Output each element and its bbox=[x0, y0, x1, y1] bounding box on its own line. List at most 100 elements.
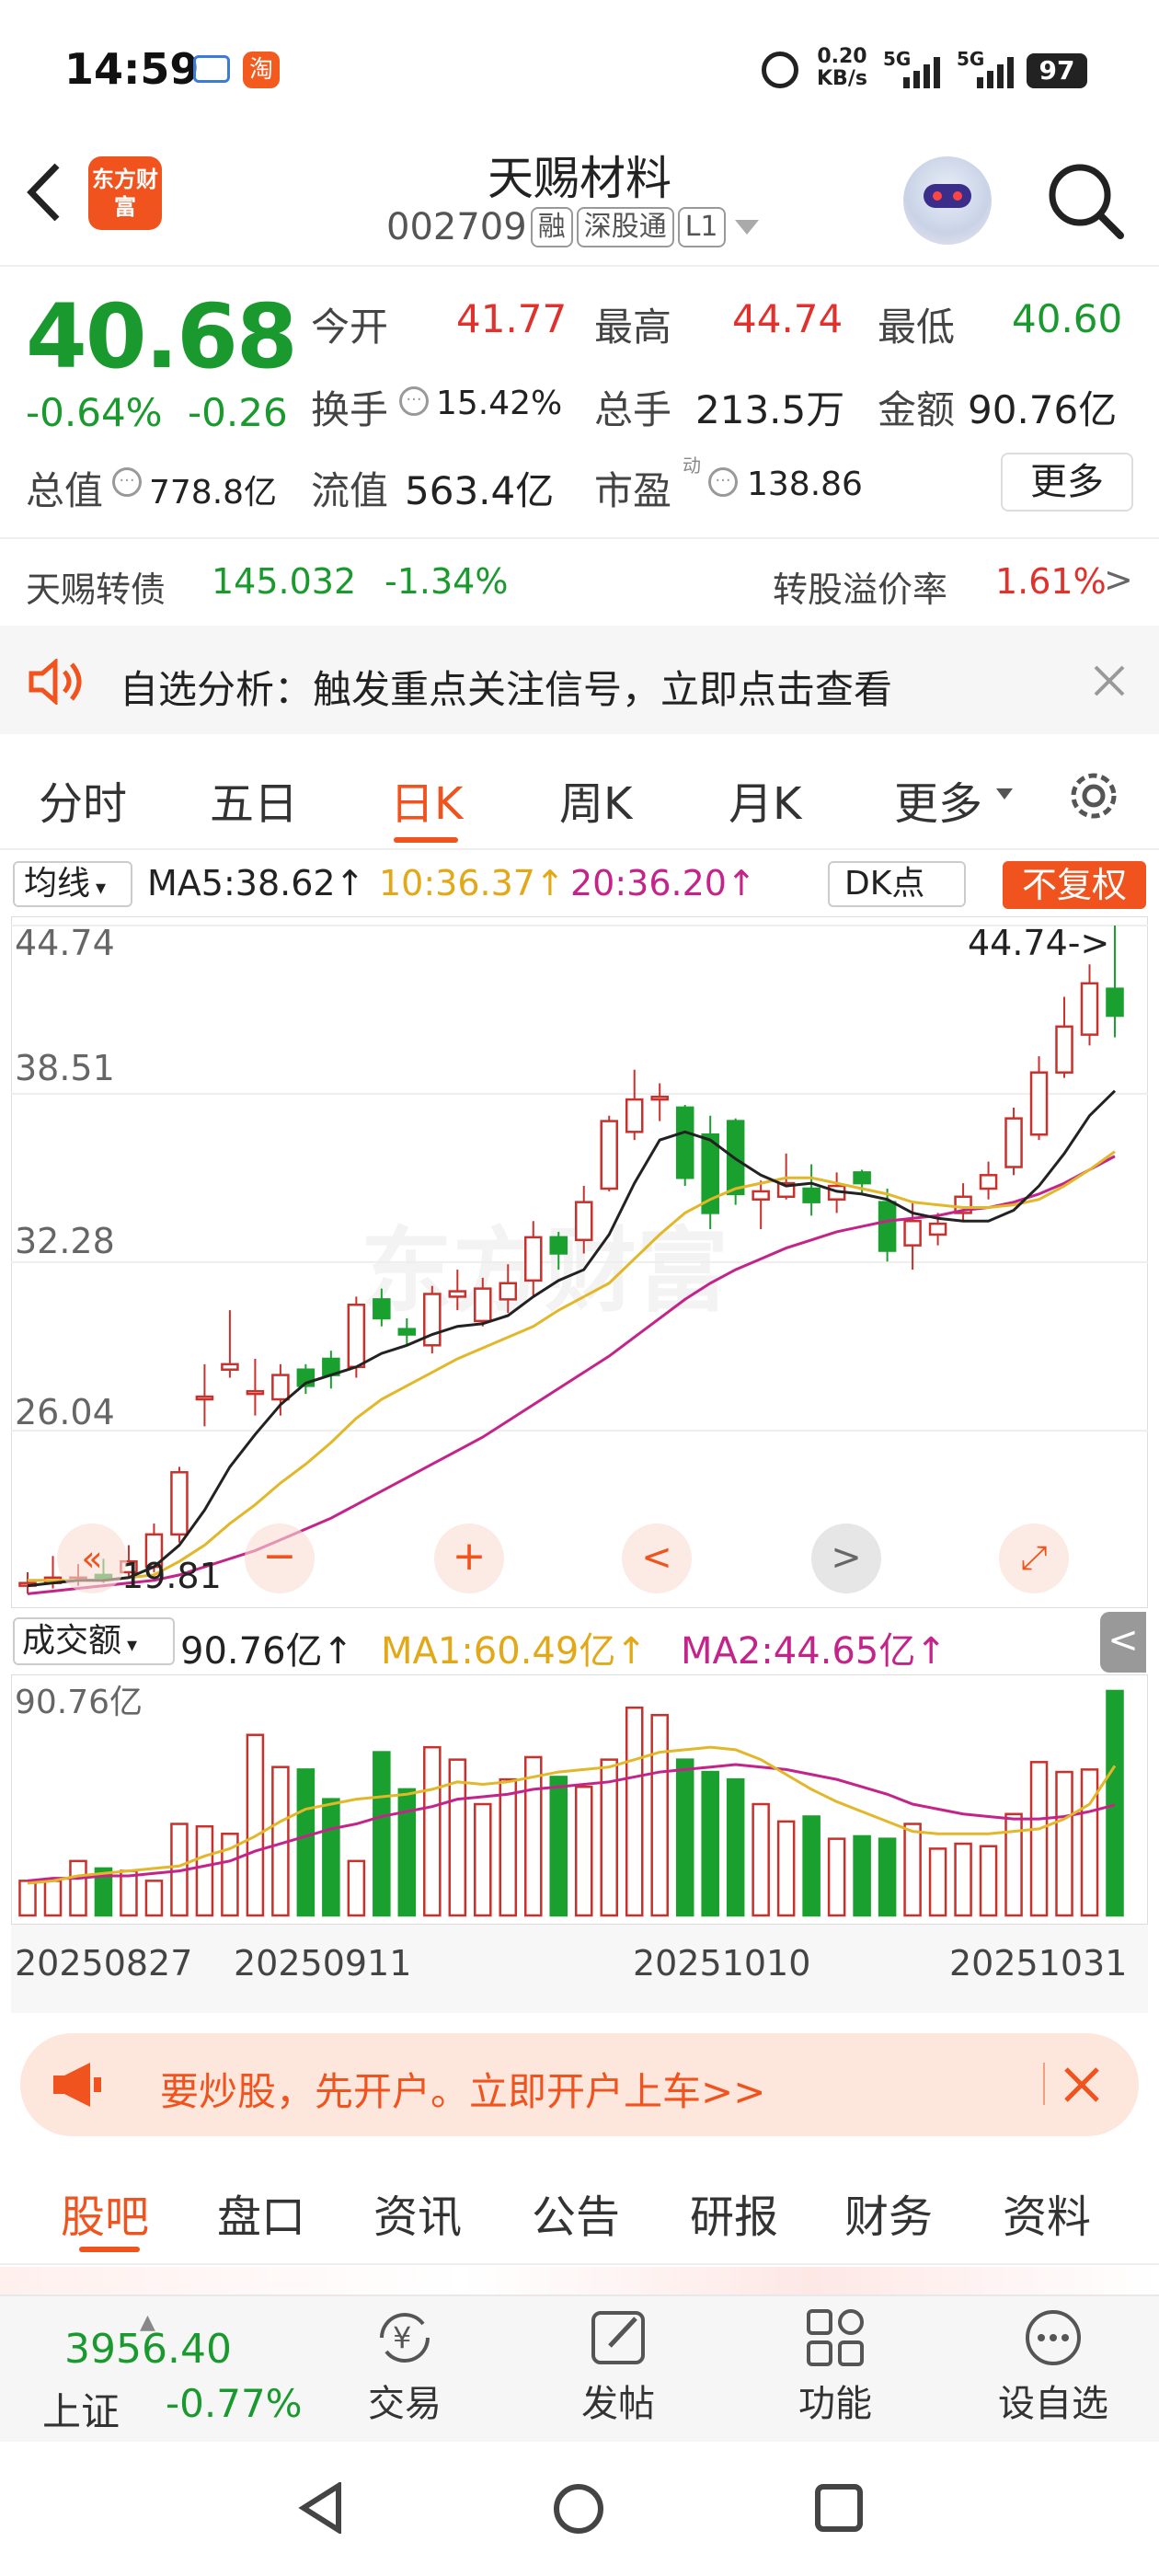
candle-body bbox=[271, 1374, 290, 1401]
candle-body bbox=[347, 1303, 366, 1369]
nav-recents-icon[interactable] bbox=[813, 2482, 865, 2534]
zoom-in-button[interactable]: + bbox=[434, 1524, 504, 1593]
more-button[interactable]: 更多 bbox=[1001, 453, 1133, 512]
sub-tab-active-indicator bbox=[79, 2247, 140, 2252]
svg-text:¥: ¥ bbox=[393, 2320, 411, 2355]
tag-margin: 融 bbox=[530, 207, 573, 247]
scroll-left-button[interactable]: < bbox=[622, 1524, 692, 1593]
min-note: 19.81 bbox=[121, 1556, 222, 1596]
amount-bar bbox=[878, 1837, 897, 1917]
info-icon-pe[interactable]: ··· bbox=[708, 467, 738, 497]
volume-chart[interactable]: 90.76亿 bbox=[10, 1673, 1149, 1926]
net-speed-value: 0.20 bbox=[817, 45, 867, 68]
amount-bar bbox=[1080, 1768, 1099, 1917]
collapse-panel-button[interactable]: < bbox=[1100, 1612, 1146, 1673]
amount-bar bbox=[574, 1785, 593, 1917]
search-icon[interactable] bbox=[1045, 160, 1128, 243]
amount-bar bbox=[347, 1859, 366, 1917]
float-label: 流值 bbox=[311, 468, 389, 513]
notice-bar[interactable]: 自选分析：触发重点关注信号，立即点击查看 bbox=[0, 626, 1159, 734]
bottom-bar: ▲ 3956.40 上证 -0.77% ¥ 交易 发帖 功能 设自选 bbox=[0, 2294, 1159, 2442]
tab-daily-k[interactable]: 日K bbox=[390, 767, 463, 832]
net-speed-unit: KB/s bbox=[817, 67, 867, 90]
adjust-button[interactable]: 不复权 bbox=[1003, 861, 1146, 909]
candle-body bbox=[246, 1389, 265, 1396]
grid-icon bbox=[807, 2309, 864, 2366]
info-icon[interactable]: ··· bbox=[399, 386, 429, 416]
candle-body bbox=[928, 1222, 947, 1236]
dk-button[interactable]: DK点 bbox=[828, 861, 966, 907]
post-button[interactable]: 发帖 bbox=[563, 2306, 673, 2434]
sub-tab-forum[interactable]: 股吧 bbox=[61, 2180, 149, 2245]
nav-home-icon[interactable] bbox=[552, 2482, 605, 2536]
tab-intraday[interactable]: 分时 bbox=[39, 767, 127, 832]
indicator-select[interactable]: 均线 ▾ bbox=[13, 861, 132, 907]
candle-body bbox=[448, 1290, 467, 1298]
amount-bar bbox=[120, 1869, 138, 1917]
tab-active-indicator bbox=[394, 837, 458, 843]
scroll-left-fast-button[interactable]: « bbox=[57, 1524, 127, 1593]
robot-avatar[interactable] bbox=[903, 156, 992, 245]
fullscreen-button[interactable]: ⤢ bbox=[999, 1524, 1069, 1593]
dropdown-icon[interactable] bbox=[733, 218, 761, 236]
volume-ma1-value: MA1:60.49亿 bbox=[381, 1630, 616, 1673]
mail-icon bbox=[193, 55, 230, 83]
tab-weekly-k[interactable]: 周K bbox=[559, 767, 632, 832]
date-label-1: 20250827 bbox=[15, 1943, 193, 1984]
volume-amount: 90.76亿↑ bbox=[180, 1630, 354, 1673]
bond-name: 天赐转债 bbox=[26, 569, 166, 610]
zoom-out-button[interactable]: − bbox=[245, 1524, 315, 1593]
index-widget[interactable]: ▲ 3956.40 上证 -0.77% bbox=[37, 2311, 313, 2436]
sub-tab-orderbook[interactable]: 盘口 bbox=[217, 2180, 305, 2245]
date-label-3: 20251010 bbox=[633, 1943, 811, 1984]
amount-bar bbox=[625, 1706, 644, 1917]
edit-icon bbox=[591, 2311, 645, 2364]
ad-close-icon[interactable] bbox=[1063, 2066, 1100, 2103]
bond-row[interactable]: 天赐转债 145.032 -1.34% 转股溢价率 1.61% > bbox=[0, 537, 1159, 626]
y-label-high: 44.74 bbox=[15, 923, 115, 963]
amount-bar bbox=[928, 1847, 947, 1917]
signal-icon bbox=[903, 57, 940, 88]
scroll-right-button[interactable]: > bbox=[811, 1524, 881, 1593]
ad-text: 要炒股，先开户。立即开户上车>> bbox=[160, 2069, 766, 2114]
nav-back-icon[interactable] bbox=[298, 2482, 344, 2534]
index-pct: -0.77% bbox=[166, 2381, 303, 2426]
sub-tab-finance[interactable]: 财务 bbox=[844, 2180, 933, 2245]
kline-svg: 东方财富 44.74 38.51 32.28 26.04 44.74-> 19.… bbox=[10, 915, 1149, 1609]
trade-label: 交易 bbox=[368, 2383, 442, 2425]
trade-button[interactable]: ¥ 交易 bbox=[350, 2306, 460, 2434]
volume-indicator-select[interactable]: 成交额 ▾ bbox=[13, 1617, 175, 1665]
candle-body bbox=[853, 1171, 871, 1185]
tab-more[interactable]: 更多 bbox=[894, 767, 982, 832]
tag-connect: 深股通 bbox=[576, 207, 674, 247]
add-watchlist-button[interactable]: 设自选 bbox=[984, 2306, 1122, 2434]
pe-label: 市盈 bbox=[594, 468, 672, 513]
info-icon-mcap[interactable]: ··· bbox=[112, 467, 142, 497]
close-icon[interactable] bbox=[1093, 664, 1126, 697]
amount-bar bbox=[322, 1798, 340, 1917]
sub-tab-profile[interactable]: 资料 bbox=[1003, 2180, 1091, 2245]
amount-label: 金额 bbox=[878, 387, 956, 432]
candle-body bbox=[802, 1187, 820, 1203]
sub-tab-announcements[interactable]: 公告 bbox=[532, 2180, 620, 2245]
signal-icon-2 bbox=[977, 57, 1014, 88]
volume-amount-value: 90.76亿 bbox=[180, 1630, 323, 1673]
functions-button[interactable]: 功能 bbox=[780, 2306, 890, 2434]
tab-monthly-k[interactable]: 月K bbox=[729, 767, 801, 832]
candle-body bbox=[373, 1298, 391, 1320]
premium-value: 1.61% bbox=[995, 561, 1107, 602]
amount-bar bbox=[474, 1802, 492, 1917]
candle-body bbox=[221, 1363, 239, 1371]
volume-ma1: MA1:60.49亿↑ bbox=[381, 1630, 647, 1673]
account-ad-banner[interactable]: 要炒股，先开户。立即开户上车>> bbox=[20, 2033, 1139, 2136]
kline-chart[interactable]: 东方财富 44.74 38.51 32.28 26.04 44.74-> 19.… bbox=[10, 915, 1149, 1609]
chevron-right-icon: > bbox=[1104, 559, 1133, 600]
ma10-value: 10:36.37 bbox=[379, 863, 535, 903]
turnover-value: 15.42% bbox=[436, 385, 563, 422]
ma5-label: MA5:38.62↑ bbox=[147, 863, 365, 903]
gear-icon[interactable] bbox=[1063, 765, 1124, 826]
sub-tab-news[interactable]: 资讯 bbox=[373, 2180, 462, 2245]
sub-tab-research[interactable]: 研报 bbox=[690, 2180, 778, 2245]
candle-body bbox=[1004, 1117, 1023, 1168]
tab-five-day[interactable]: 五日 bbox=[210, 767, 298, 832]
